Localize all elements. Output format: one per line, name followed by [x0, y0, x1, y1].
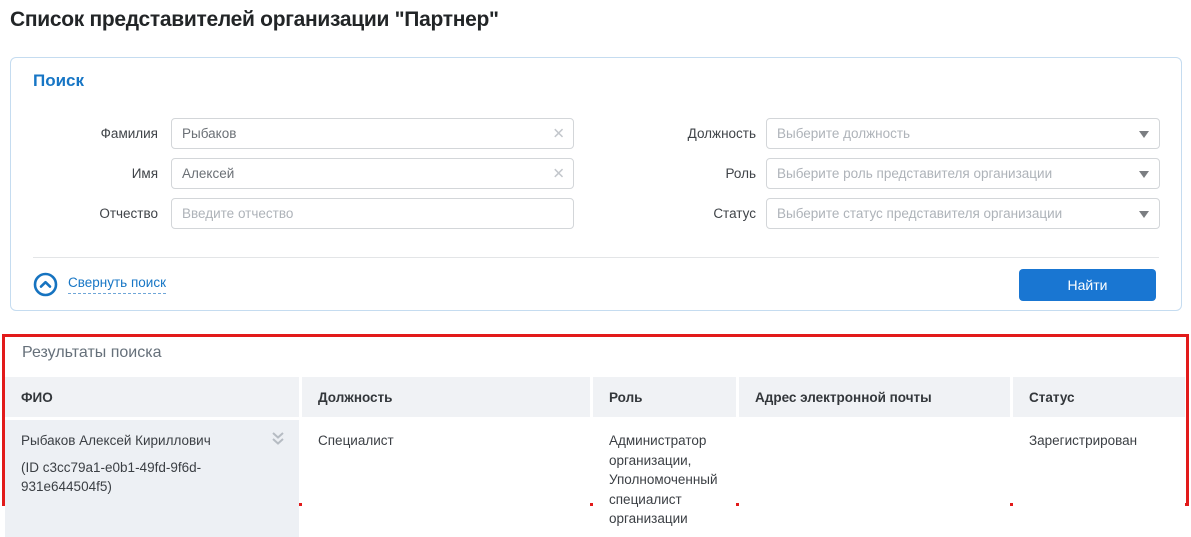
search-panel: Поиск Фамилия ✕ Имя ✕ Отчество Должность… [10, 57, 1182, 311]
field-row-position: Должность Выберите должность [11, 118, 1160, 149]
collapse-search-label: Свернуть поиск [68, 275, 166, 294]
status-label: Статус [601, 198, 756, 229]
page-title: Список представителей организации "Партн… [10, 8, 499, 32]
role-select-placeholder: Выберите роль представителя организации [777, 159, 1129, 188]
column-header-fio: ФИО [5, 377, 299, 417]
search-results-section: Результаты поиска ФИО Должность Роль Адр… [2, 334, 1189, 506]
column-header-position: Должность [302, 377, 590, 417]
column-header-role: Роль [593, 377, 736, 417]
role-label: Роль [601, 158, 756, 189]
status-select-placeholder: Выберите статус представителя организаци… [777, 199, 1129, 228]
field-row-status: Статус Выберите статус представителя орг… [11, 198, 1160, 229]
search-panel-title: Поиск [33, 71, 84, 91]
results-title: Результаты поиска [22, 344, 161, 362]
chevron-down-icon [1139, 171, 1149, 178]
representative-id: (ID c3cc79a1-e0b1-49fd-9f6d-931e644504f5… [21, 458, 257, 497]
status-select[interactable]: Выберите статус представителя организаци… [766, 198, 1160, 229]
row-expander[interactable] [269, 429, 287, 449]
position-label: Должность [601, 118, 756, 149]
table-row-fio-cell[interactable]: Рыбаков Алексей Кириллович (ID c3cc79a1-… [5, 420, 299, 537]
collapse-search-link[interactable]: Свернуть поиск [33, 270, 166, 298]
field-row-role: Роль Выберите роль представителя организ… [11, 158, 1160, 189]
find-button[interactable]: Найти [1019, 269, 1156, 301]
column-header-email: Адрес электронной почты [739, 377, 1010, 417]
circle-chevron-up-icon [33, 272, 58, 297]
results-table: ФИО Должность Роль Адрес электронной поч… [5, 377, 1185, 537]
position-select-placeholder: Выберите должность [777, 119, 1129, 148]
table-row-email-cell [739, 420, 1010, 537]
chevron-down-icon [1139, 131, 1149, 138]
chevron-down-icon [1139, 211, 1149, 218]
role-select[interactable]: Выберите роль представителя организации [766, 158, 1160, 189]
representative-name: Рыбаков Алексей Кириллович [21, 431, 257, 451]
table-row-position-cell: Специалист [302, 420, 590, 537]
position-select[interactable]: Выберите должность [766, 118, 1160, 149]
double-chevron-down-icon [269, 429, 287, 449]
table-row-status-cell: Зарегистрирован [1013, 420, 1185, 537]
column-header-status: Статус [1013, 377, 1185, 417]
table-row-role-cell: Администратор организации, Уполномоченны… [593, 420, 736, 537]
panel-divider [33, 257, 1159, 258]
